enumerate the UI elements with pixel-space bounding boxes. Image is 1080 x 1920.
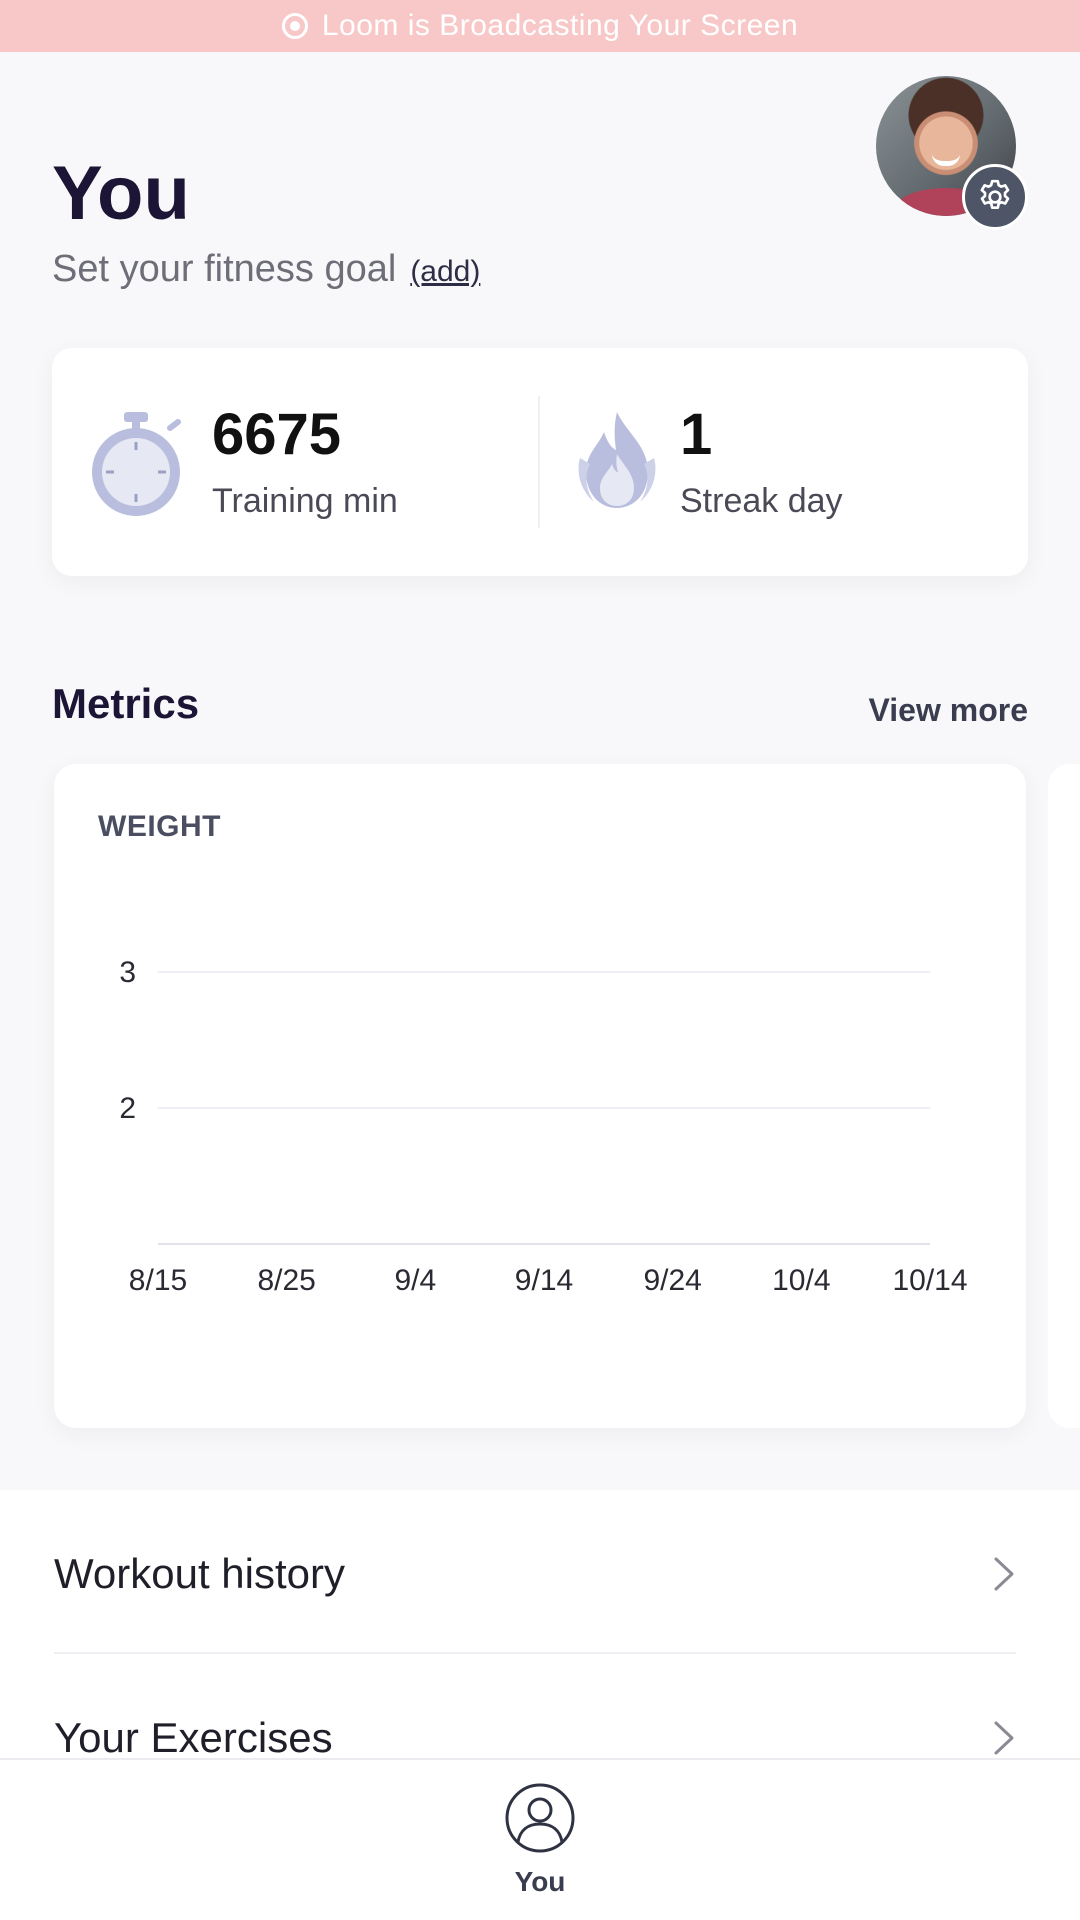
x-tick-label: 8/15 [129, 1264, 187, 1297]
list-divider [54, 1652, 1016, 1654]
stopwatch-icon [92, 412, 181, 516]
settings-button[interactable] [962, 164, 1028, 230]
add-goal-link[interactable]: (add) [410, 255, 480, 289]
x-tick-label: 9/14 [515, 1264, 573, 1297]
x-tick-label: 9/24 [643, 1264, 701, 1297]
x-tick-label: 10/14 [892, 1264, 967, 1297]
chevron-right-icon [994, 1721, 1014, 1755]
weight-chart-card[interactable]: WEIGHT 2 3 8/15 8/25 9/4 9/14 9/24 10/4 10/14 [54, 764, 1026, 1428]
training-minutes-value: 6675 [212, 402, 342, 467]
y-tick-label: 3 [119, 956, 136, 989]
streak-label: Streak day [680, 482, 843, 520]
flame-icon [578, 412, 656, 508]
fitness-goal-text: Set your fitness goal [52, 248, 397, 290]
fitness-goal: Set your fitness goal (add) [52, 248, 480, 291]
record-icon [281, 13, 308, 39]
tab-you[interactable]: You [490, 1782, 590, 1912]
banner-text: Loom is Broadcasting Your Screen [321, 9, 799, 42]
workout-history-label: Workout history [54, 1550, 345, 1597]
y-tick-label: 2 [119, 1092, 136, 1125]
gear-icon [980, 179, 1010, 209]
x-tick-label: 10/4 [772, 1264, 830, 1297]
streak-stat: 1 Streak day [680, 406, 843, 521]
training-minutes-stat: 6675 Training min [212, 406, 398, 521]
user-icon [505, 1783, 575, 1853]
x-tick-label: 8/25 [257, 1264, 315, 1297]
your-exercises-label: Your Exercises [54, 1714, 333, 1761]
stats-card: 6675 Training min 1 Streak day [52, 348, 1028, 576]
x-tick-label: 9/4 [394, 1264, 436, 1297]
next-metric-card[interactable] [1048, 764, 1080, 1428]
tab-you-label: You [514, 1866, 566, 1897]
streak-value: 1 [680, 402, 713, 467]
training-minutes-label: Training min [212, 482, 398, 520]
page-title: You [52, 151, 190, 236]
workout-history-row[interactable]: Workout history [54, 1492, 1016, 1656]
tab-bar: You [0, 1758, 1080, 1920]
metrics-heading: Metrics [52, 680, 200, 727]
view-more-link[interactable]: View more [869, 692, 1028, 729]
weight-chart: 2 3 8/15 8/25 9/4 9/14 9/24 10/4 10/14 [119, 956, 967, 1297]
chevron-right-icon [994, 1557, 1014, 1591]
stats-divider [538, 396, 540, 528]
loom-broadcast-banner: Loom is Broadcasting Your Screen [0, 0, 1080, 52]
